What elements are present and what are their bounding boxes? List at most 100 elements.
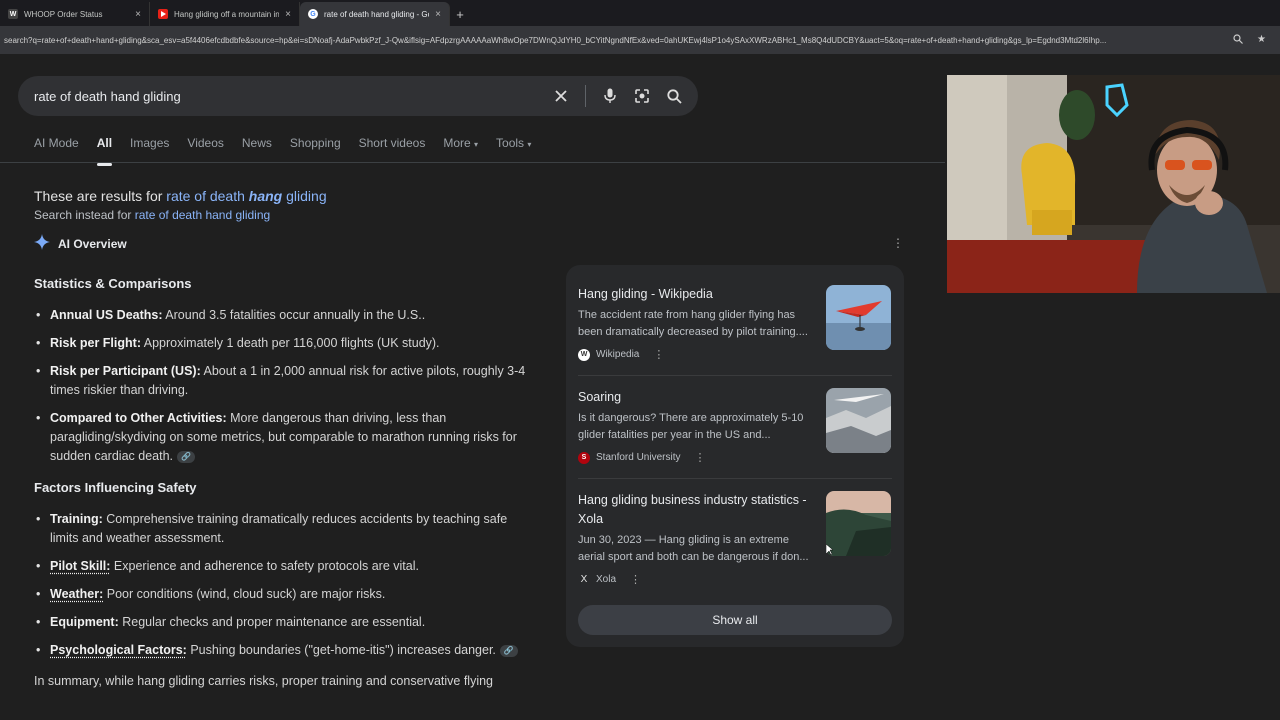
tab-title: WHOOP Order Status [24, 9, 103, 19]
source-card[interactable]: Hang gliding - Wikipedia The accident ra… [578, 273, 892, 376]
tab-shopping[interactable]: Shopping [290, 136, 341, 160]
list-item: Risk per Participant (US): About a 1 in … [34, 362, 534, 400]
item-text: Poor conditions (wind, cloud suck) are m… [103, 587, 386, 601]
source-card[interactable]: Hang gliding business industry statistic… [578, 479, 892, 586]
search-box [18, 76, 698, 116]
list-item: Risk per Flight: Approximately 1 death p… [34, 334, 534, 353]
tab-videos[interactable]: Videos [187, 136, 223, 160]
wikipedia-icon: W [578, 348, 590, 361]
ai-overview-header: AI Overview [34, 234, 127, 253]
section-heading: Statistics & Comparisons [34, 276, 192, 291]
original-query-link[interactable]: rate of death hand gliding [135, 208, 270, 222]
search-icon[interactable] [666, 88, 682, 104]
source-meta: S Stanford University ⋮ [578, 451, 705, 464]
tab-images[interactable]: Images [130, 136, 169, 160]
tab-ai-mode[interactable]: AI Mode [34, 136, 79, 160]
corrected-query-link[interactable]: rate of death hang gliding [166, 188, 326, 204]
stanford-icon: S [578, 451, 590, 464]
show-all-button[interactable]: Show all [578, 605, 892, 635]
corrected-bold: hang [248, 188, 283, 204]
corrected-post: gliding [282, 188, 327, 204]
url-text[interactable]: search?q=rate+of+death+hand+gliding&sca_… [4, 36, 1223, 45]
corrected-pre: rate of death [166, 188, 249, 204]
google-icon: G [308, 9, 318, 19]
list-item: Pilot Skill: Experience and adherence to… [34, 557, 534, 576]
xola-icon: X [580, 574, 588, 585]
list-item: Training: Comprehensive training dramati… [34, 510, 534, 548]
item-label-link[interactable]: Psychological Factors: [50, 643, 187, 657]
more-options-icon[interactable]: ⋮ [694, 451, 705, 464]
source-title[interactable]: Hang gliding - Wikipedia [578, 285, 816, 304]
item-text: Around 3.5 fatalities occur annually in … [162, 308, 426, 322]
tab-short-videos[interactable]: Short videos [359, 136, 426, 160]
section-heading: Factors Influencing Safety [34, 480, 197, 495]
tab-title: rate of death hand gliding - Go [324, 9, 430, 19]
divider [585, 85, 586, 107]
item-label: Risk per Flight: [50, 336, 141, 350]
tab-tools[interactable]: Tools ▾ [496, 136, 531, 160]
more-options-icon[interactable]: ⋮ [630, 573, 641, 586]
new-tab-button[interactable]: + [450, 2, 470, 26]
item-text: Pushing boundaries ("get-home-itis") inc… [186, 643, 496, 657]
caret-down-icon: ▾ [527, 140, 532, 149]
item-label: Annual US Deaths: [50, 308, 163, 322]
instead-prefix: Search instead for [34, 208, 135, 222]
list-item: Annual US Deaths: Around 3.5 fatalities … [34, 306, 534, 325]
item-label-link[interactable]: Weather: [50, 587, 103, 601]
browser-tab-whoop[interactable]: W WHOOP Order Status × [0, 2, 150, 26]
google-lens-icon[interactable] [634, 88, 650, 104]
tab-more-label: More [443, 136, 471, 150]
notice-prefix: These are results for [34, 188, 167, 204]
factors-list: Training: Comprehensive training dramati… [34, 510, 534, 660]
source-card[interactable]: Soaring Is it dangerous? There are appro… [578, 376, 892, 479]
item-label: Equipment: [50, 615, 119, 629]
hang-glider-thumbnail[interactable] [826, 285, 891, 350]
tab-all[interactable]: All [96, 136, 113, 166]
list-item: Compared to Other Activities: More dange… [34, 409, 534, 466]
browser-tab-youtube[interactable]: Hang gliding off a mountain in × [150, 2, 300, 26]
tab-tools-label: Tools [496, 136, 525, 150]
tab-more[interactable]: More ▾ [443, 136, 478, 160]
clear-icon[interactable] [553, 88, 569, 104]
summary-text: In summary, while hang gliding carries r… [34, 674, 494, 688]
browser-tab-google[interactable]: G rate of death hand gliding - Go × [300, 2, 450, 26]
source-snippet: Jun 30, 2023 — Hang gliding is an extrem… [578, 534, 809, 563]
cliff-thumbnail[interactable] [826, 491, 891, 556]
microphone-icon[interactable] [602, 88, 618, 104]
close-tab-icon[interactable]: × [135, 9, 141, 20]
source-title[interactable]: Soaring [578, 388, 816, 407]
caret-down-icon: ▾ [474, 140, 479, 149]
item-label-link[interactable]: Pilot Skill: [50, 559, 110, 573]
item-text: Comprehensive training dramatically redu… [50, 512, 508, 545]
ai-overview-label: AI Overview [58, 236, 127, 251]
item-text: Approximately 1 death per 116,000 flight… [140, 336, 440, 350]
bookmark-star-icon[interactable]: ★ [1257, 34, 1266, 47]
item-text: Regular checks and proper maintenance ar… [118, 615, 426, 629]
close-tab-icon[interactable]: × [285, 9, 291, 20]
more-options-icon[interactable]: ⋮ [653, 348, 664, 361]
source-snippet: The accident rate from hang glider flyin… [578, 309, 808, 338]
source-site: Wikipedia [596, 349, 640, 360]
tab-news[interactable]: News [242, 136, 272, 160]
link-chip-icon[interactable]: 🔗 [499, 644, 518, 657]
source-snippet: Is it dangerous? There are approximately… [578, 412, 804, 441]
source-meta: X Xola ⋮ [578, 573, 641, 586]
list-item: Weather: Poor conditions (wind, cloud su… [34, 585, 534, 604]
source-meta: W Wikipedia ⋮ [578, 348, 664, 361]
list-item: Equipment: Regular checks and proper mai… [34, 613, 534, 632]
item-label: Risk per Participant (US): [50, 364, 201, 378]
zoom-icon[interactable] [1233, 33, 1243, 47]
source-site: Xola [596, 574, 617, 585]
whoop-favicon-icon: W [8, 9, 18, 19]
list-item: Psychological Factors: Pushing boundarie… [34, 641, 534, 660]
stats-list: Annual US Deaths: Around 3.5 fatalities … [34, 306, 534, 466]
glider-landscape-thumbnail[interactable] [826, 388, 891, 453]
address-bar[interactable]: search?q=rate+of+death+hand+gliding&sca_… [0, 26, 1280, 54]
more-options-icon[interactable]: ⋮ [892, 236, 904, 250]
gemini-sparkle-icon [34, 234, 50, 253]
link-chip-icon[interactable]: 🔗 [177, 450, 196, 463]
search-nav-tabs: AI Mode All Images Videos News Shopping … [34, 136, 549, 166]
search-input[interactable] [34, 88, 553, 104]
source-title[interactable]: Hang gliding business industry statistic… [578, 491, 816, 529]
close-tab-icon[interactable]: × [435, 9, 441, 20]
